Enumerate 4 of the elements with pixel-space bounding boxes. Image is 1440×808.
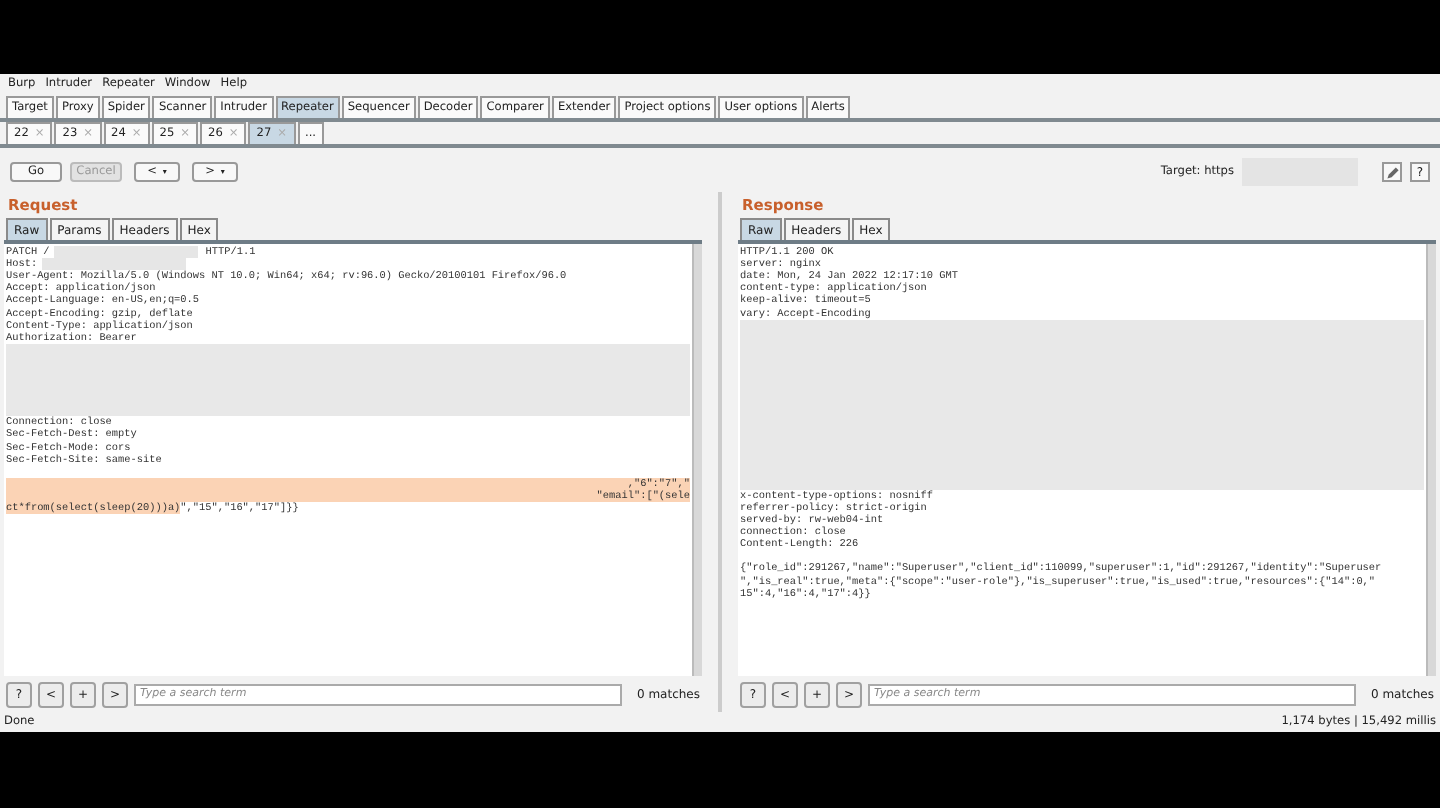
scrollbar[interactable]: [1426, 244, 1436, 676]
scrollbar[interactable]: [692, 244, 702, 676]
pencil-icon: [1385, 165, 1399, 179]
edit-button[interactable]: [1382, 162, 1402, 182]
